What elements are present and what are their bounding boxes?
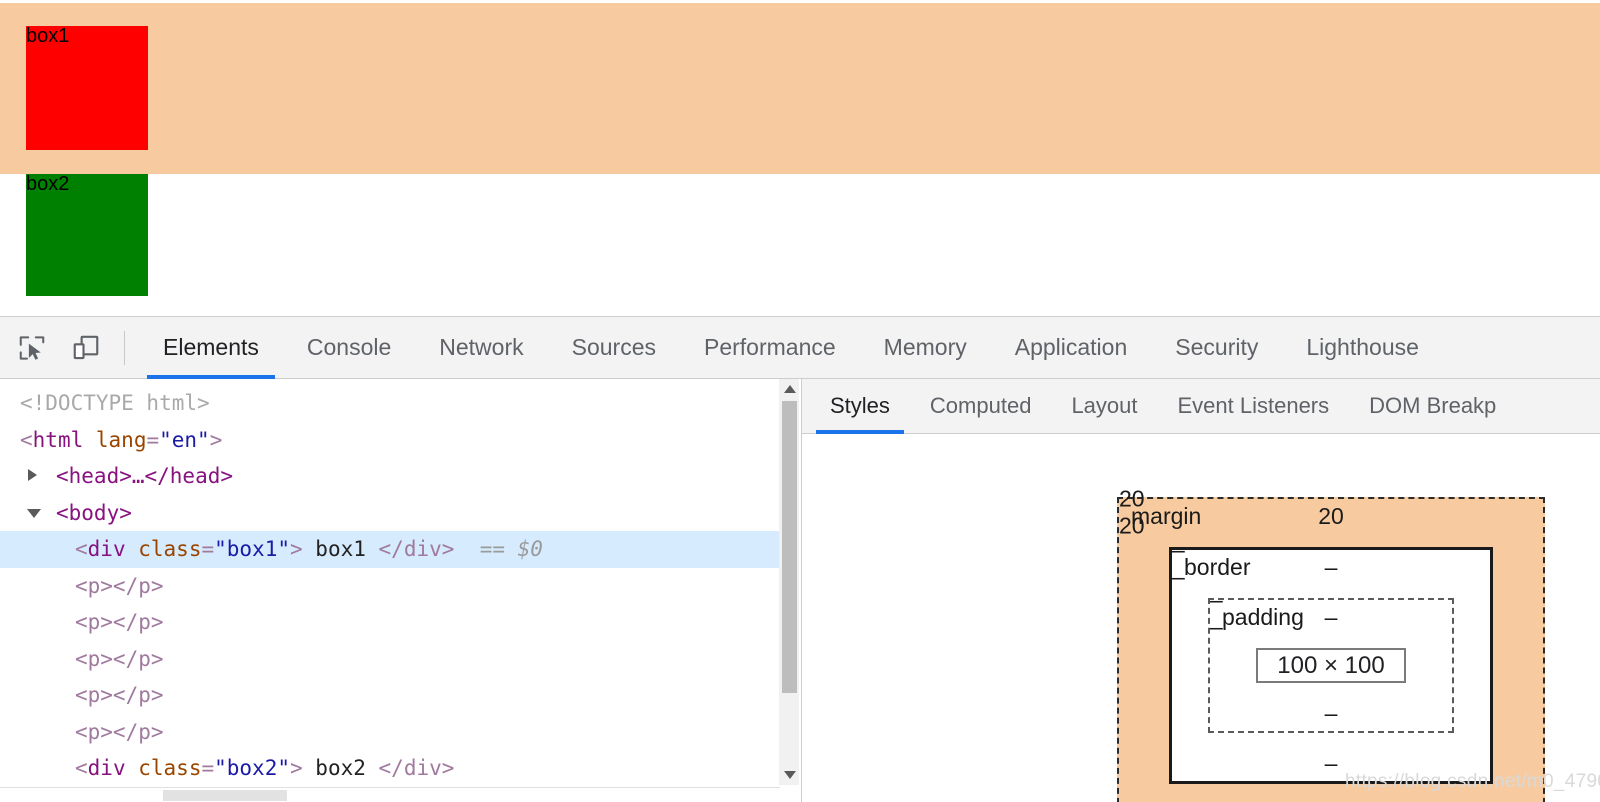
- body-line-text: <body>: [56, 500, 132, 525]
- tab-memory[interactable]: Memory: [860, 317, 991, 379]
- box-model-border-box: border – – – – padding – – – – 100 × 100: [1169, 537, 1493, 784]
- scroll-up-arrow-icon[interactable]: [784, 385, 796, 393]
- html-attr-value: "en": [159, 427, 210, 452]
- screen: box1 box2 Elements Console Network Sourc…: [0, 0, 1600, 802]
- tab-elements[interactable]: Elements: [139, 317, 283, 379]
- dom-node-head[interactable]: <head>…</head>: [0, 458, 780, 495]
- box2-text-node: box2: [315, 756, 366, 780]
- box1-attr-name: class: [138, 537, 202, 561]
- devtools-panel: Elements Console Network Sources Perform…: [0, 316, 1600, 802]
- margin-highlight-overlay: [0, 3, 1600, 174]
- dom-tree-pane: <!DOCTYPE html> <html lang="en"> <head>……: [0, 379, 802, 802]
- tab-computed[interactable]: Computed: [910, 379, 1052, 434]
- box1-close-tag: </div>: [378, 537, 455, 561]
- box2-attr-value: "box2": [214, 756, 290, 780]
- html-gt: >: [209, 427, 223, 452]
- box-model-padding-right[interactable]: –: [1210, 614, 1452, 641]
- dom-node-p-1[interactable]: <p></p>: [0, 568, 780, 605]
- tab-performance[interactable]: Performance: [680, 317, 860, 379]
- box-model-content-size[interactable]: 100 × 100: [1256, 648, 1406, 683]
- tab-layout[interactable]: Layout: [1051, 379, 1157, 434]
- dom-tree-horizontal-scrollbar[interactable]: [0, 787, 780, 802]
- devtools-tab-list: Elements Console Network Sources Perform…: [139, 317, 1443, 379]
- dom-node-doctype[interactable]: <!DOCTYPE html>: [0, 385, 780, 422]
- tab-styles[interactable]: Styles: [810, 379, 910, 434]
- styles-sidebar-tabstrip: Styles Computed Layout Event Listeners D…: [802, 379, 1600, 434]
- box2-eq: =: [201, 756, 215, 780]
- box-model-margin-left[interactable]: 20: [1119, 486, 1543, 513]
- dom-tree-hscroll-thumb[interactable]: [163, 790, 287, 801]
- html-lt: <: [20, 427, 33, 452]
- dom-node-p-4[interactable]: <p></p>: [0, 677, 780, 714]
- box2-close-tag: </div>: [378, 756, 455, 780]
- dom-node-p-3[interactable]: <p></p>: [0, 641, 780, 678]
- tab-lighthouse[interactable]: Lighthouse: [1282, 317, 1443, 379]
- box-model-padding-left[interactable]: –: [1210, 587, 1452, 614]
- tab-event-listeners[interactable]: Event Listeners: [1158, 379, 1350, 434]
- dom-tree-vertical-scrollbar[interactable]: [779, 379, 799, 785]
- scroll-down-arrow-icon[interactable]: [784, 771, 796, 779]
- chevron-down-icon[interactable]: [27, 508, 41, 518]
- p-line-text: <p></p>: [75, 573, 164, 598]
- box1-gt: >: [289, 537, 303, 561]
- tab-application[interactable]: Application: [991, 317, 1152, 379]
- p-line-text: <p></p>: [75, 683, 164, 707]
- box-model-padding-box: padding – – – – 100 × 100: [1208, 587, 1454, 733]
- styles-sidebar-pane: Styles Computed Layout Event Listeners D…: [802, 379, 1600, 802]
- box1-attr-value: "box1": [214, 537, 290, 561]
- box1-tag-name: div: [87, 537, 126, 561]
- dom-tree-scroll-thumb[interactable]: [782, 401, 797, 693]
- html-tag-name: html: [32, 427, 84, 452]
- dom-node-p-2[interactable]: <p></p>: [0, 604, 780, 641]
- dom-node-html[interactable]: <html lang="en">: [0, 422, 780, 459]
- chevron-right-icon[interactable]: [28, 469, 37, 481]
- box2-lt: <: [75, 756, 88, 780]
- device-toolbar-icon[interactable]: [64, 326, 108, 370]
- box1-lt: <: [75, 537, 88, 561]
- html-attr-name: lang: [95, 427, 147, 452]
- box-model-border-left[interactable]: –: [1172, 537, 1490, 564]
- box2-tag-name: div: [87, 756, 126, 780]
- dom-node-p-5[interactable]: <p></p>: [0, 714, 780, 751]
- box-model-margin-right[interactable]: 20: [1119, 513, 1543, 540]
- box-model-padding-bottom[interactable]: –: [1210, 700, 1452, 727]
- tab-dom-breakpoints[interactable]: DOM Breakp: [1349, 379, 1516, 434]
- box2-element[interactable]: box2: [26, 174, 148, 296]
- html-eq: =: [146, 427, 160, 452]
- tab-console[interactable]: Console: [283, 317, 415, 379]
- box1-text-node: box1: [315, 537, 366, 561]
- page-viewport: box1 box2: [0, 0, 1600, 316]
- box2-gt: >: [289, 756, 303, 780]
- tab-sources[interactable]: Sources: [548, 317, 680, 379]
- devtools-tabstrip: Elements Console Network Sources Perform…: [0, 317, 1600, 379]
- doctype-text: <!DOCTYPE html>: [20, 391, 210, 415]
- box-model-diagram: margin 20 20 20 20 border – – – – paddin…: [1117, 486, 1545, 802]
- inspect-element-icon[interactable]: [10, 326, 54, 370]
- dom-node-box2[interactable]: <div class="box2"> box2 </div>: [0, 750, 780, 785]
- toolbar-divider: [124, 330, 125, 365]
- devtools-body: <!DOCTYPE html> <html lang="en"> <head>……: [0, 379, 1600, 802]
- box1-eq: =: [201, 537, 215, 561]
- dom-node-box1[interactable]: <div class="box1"> box1 </div> == $0: [0, 531, 780, 568]
- p-line-text: <p></p>: [75, 610, 164, 634]
- box2-attr-name: class: [138, 756, 202, 780]
- tab-network[interactable]: Network: [415, 317, 547, 379]
- p-line-text: <p></p>: [75, 719, 164, 744]
- dom-node-body[interactable]: <body>: [0, 495, 780, 532]
- box1-element[interactable]: box1: [26, 26, 148, 150]
- head-line-text: <head>…</head>: [56, 464, 234, 488]
- dom-tree[interactable]: <!DOCTYPE html> <html lang="en"> <head>……: [0, 379, 780, 785]
- p-line-text: <p></p>: [75, 646, 164, 671]
- tab-security[interactable]: Security: [1151, 317, 1282, 379]
- selected-node-marker: == $0: [479, 537, 543, 561]
- box-model-border-bottom[interactable]: –: [1172, 750, 1490, 777]
